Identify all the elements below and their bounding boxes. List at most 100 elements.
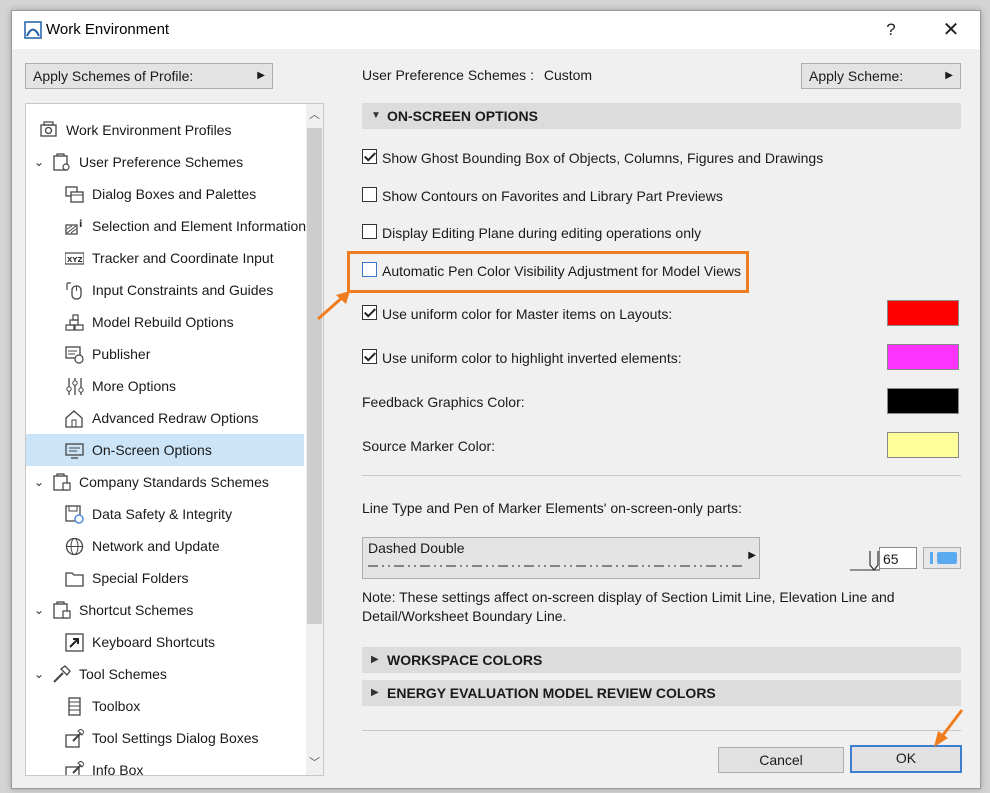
arrow-shortcut-icon xyxy=(65,633,84,652)
tree-item-info-box[interactable]: Info Box xyxy=(26,754,304,776)
title-bar: Work Environment ? ✕ xyxy=(12,11,980,49)
scheme-label: User Preference Schemes : xyxy=(362,67,534,83)
tree-item-label: Info Box xyxy=(92,762,144,776)
tree-item-network-and-update[interactable]: Network and Update xyxy=(26,530,304,562)
tree-item-special-folders[interactable]: Special Folders xyxy=(26,562,304,594)
checkbox[interactable] xyxy=(362,305,377,320)
tree-item-input-constraints-and-guides[interactable]: Input Constraints and Guides xyxy=(26,274,304,306)
option-label: Use uniform color to highlight inverted … xyxy=(382,350,682,366)
tree-item-tool-settings-dialog-boxes[interactable]: Tool Settings Dialog Boxes xyxy=(26,722,304,754)
tree-item-label: Data Safety & Integrity xyxy=(92,506,233,522)
mouse-icon xyxy=(66,282,82,300)
tree-item-label: Publisher xyxy=(92,346,151,362)
on-screen-options-header[interactable]: ▼ ON-SCREEN OPTIONS xyxy=(362,103,961,129)
data-safety-icon xyxy=(65,505,84,524)
scroll-up-icon[interactable]: ︿ xyxy=(306,106,323,124)
apply-schemes-label: Apply Schemes of Profile: xyxy=(33,68,194,84)
dashed-double-preview xyxy=(368,565,746,567)
line-type-value: Dashed Double xyxy=(368,540,465,556)
dialog-boxes-icon xyxy=(65,186,84,203)
pen-color-button[interactable] xyxy=(923,547,961,569)
energy-evaluation-header[interactable]: ▶ ENERGY EVALUATION MODEL REVIEW COLORS xyxy=(362,680,961,706)
checkbox[interactable] xyxy=(362,187,377,202)
scheme-status: User Preference Schemes : Custom xyxy=(362,67,592,83)
tree-item-label: Selection and Element Information xyxy=(92,218,307,234)
tree-item-label: Dialog Boxes and Palettes xyxy=(92,186,257,202)
apply-scheme-button[interactable]: Apply Scheme: ▶ xyxy=(801,63,961,89)
pen-icon xyxy=(850,551,880,571)
separator xyxy=(362,475,961,476)
feedback-color-swatch[interactable] xyxy=(887,388,959,414)
tree-item-tracker-and-coordinate-input[interactable]: XYZ Tracker and Coordinate Input xyxy=(26,242,304,274)
line-type-dropdown[interactable]: Dashed Double ▶ xyxy=(362,537,760,579)
tree-item-label: Tool Schemes xyxy=(79,666,167,682)
tree-item-selection-and-element-information[interactable]: i Selection and Element Information xyxy=(26,210,307,242)
scroll-thumb[interactable] xyxy=(307,128,322,624)
workspace-colors-header[interactable]: ▶ WORKSPACE COLORS xyxy=(362,647,961,673)
chevron-down-icon[interactable]: ⌄ xyxy=(32,658,46,690)
chevron-down-icon[interactable]: ⌄ xyxy=(32,466,46,498)
option-label: Show Ghost Bounding Box of Objects, Colu… xyxy=(382,150,824,166)
selection-icon: i xyxy=(65,219,82,235)
checkbox[interactable] xyxy=(362,349,377,364)
tool-scheme-icon xyxy=(53,665,71,683)
folder-icon xyxy=(65,572,84,587)
tree-item-publisher[interactable]: Publisher xyxy=(26,338,304,370)
house-icon xyxy=(65,410,83,428)
tree-item-more-options[interactable]: More Options xyxy=(26,370,304,402)
tree-item-label: Tool Settings Dialog Boxes xyxy=(92,730,259,746)
tree-item-model-rebuild-options[interactable]: Model Rebuild Options xyxy=(26,306,304,338)
tree-item-company-standards-schemes[interactable]: ⌄ Company Standards Schemes xyxy=(26,466,304,498)
tree-item-work-environment-profiles[interactable]: Work Environment Profiles xyxy=(26,114,304,146)
tree-item-label: Company Standards Schemes xyxy=(79,474,269,490)
highlight-box xyxy=(347,251,749,293)
note-text: Note: These settings affect on-screen di… xyxy=(362,589,895,624)
work-environment-dialog: Work Environment ? ✕ Apply Schemes of Pr… xyxy=(11,10,981,789)
bricks-icon xyxy=(65,314,84,331)
monitor-icon xyxy=(65,443,84,459)
chevron-down-icon[interactable]: ⌄ xyxy=(32,146,46,178)
tree-item-keyboard-shortcuts[interactable]: Keyboard Shortcuts xyxy=(26,626,304,658)
scroll-down-icon[interactable]: ﹀ xyxy=(306,754,323,772)
section-title: WORKSPACE COLORS xyxy=(387,652,543,668)
tree-item-advanced-redraw-options[interactable]: Advanced Redraw Options xyxy=(26,402,304,434)
tree-item-shortcut-schemes[interactable]: ⌄ Shortcut Schemes xyxy=(26,594,304,626)
archicad-logo-icon xyxy=(24,21,42,39)
user-prefs-icon xyxy=(53,153,70,171)
pointer-arrow-icon xyxy=(317,291,350,321)
cancel-button[interactable]: Cancel xyxy=(718,747,844,773)
tree-item-tool-schemes[interactable]: ⌄ Tool Schemes xyxy=(26,658,304,690)
tree-item-data-safety-integrity[interactable]: Data Safety & Integrity xyxy=(26,498,304,530)
submenu-arrow-icon: ▶ xyxy=(257,70,265,81)
ok-button[interactable]: OK xyxy=(850,745,962,773)
checkbox[interactable] xyxy=(362,224,377,239)
tree-item-label: Toolbox xyxy=(92,698,141,714)
help-button[interactable]: ? xyxy=(870,15,912,45)
tree-item-label: Network and Update xyxy=(92,538,220,554)
checkbox[interactable] xyxy=(362,149,377,164)
tree-item-user-preference-schemes[interactable]: ⌄ User Preference Schemes xyxy=(26,146,304,178)
tree-item-label: Tracker and Coordinate Input xyxy=(92,250,274,266)
close-button[interactable]: ✕ xyxy=(930,15,972,45)
toolbox-icon xyxy=(68,697,81,716)
company-icon xyxy=(53,473,71,491)
tree-item-label: Model Rebuild Options xyxy=(92,314,234,330)
apply-schemes-of-profile-button[interactable]: Apply Schemes of Profile: ▶ xyxy=(25,63,273,89)
tree-item-label: Shortcut Schemes xyxy=(79,602,194,618)
chevron-down-icon[interactable]: ⌄ xyxy=(32,594,46,626)
shortcut-scheme-icon xyxy=(53,601,71,619)
tree-scrollbar[interactable]: ︿ ﹀ xyxy=(306,104,323,775)
apply-scheme-label: Apply Scheme: xyxy=(809,68,904,84)
option-label: Show Contours on Favorites and Library P… xyxy=(382,188,723,204)
line-type-label: Line Type and Pen of Marker Elements' on… xyxy=(362,500,742,516)
master-color-swatch[interactable] xyxy=(887,300,959,326)
sliders-icon xyxy=(66,378,84,395)
tree-item-on-screen-options[interactable]: On-Screen Options xyxy=(26,434,304,466)
source-marker-color-swatch[interactable] xyxy=(887,432,959,458)
inverted-color-swatch[interactable] xyxy=(887,344,959,370)
tree-item-dialog-boxes-and-palettes[interactable]: Dialog Boxes and Palettes xyxy=(26,178,304,210)
separator xyxy=(362,730,961,731)
pen-number-field[interactable]: 65 xyxy=(879,547,917,569)
tree-item-toolbox[interactable]: Toolbox xyxy=(26,690,304,722)
tree-item-label: Input Constraints and Guides xyxy=(92,282,274,298)
